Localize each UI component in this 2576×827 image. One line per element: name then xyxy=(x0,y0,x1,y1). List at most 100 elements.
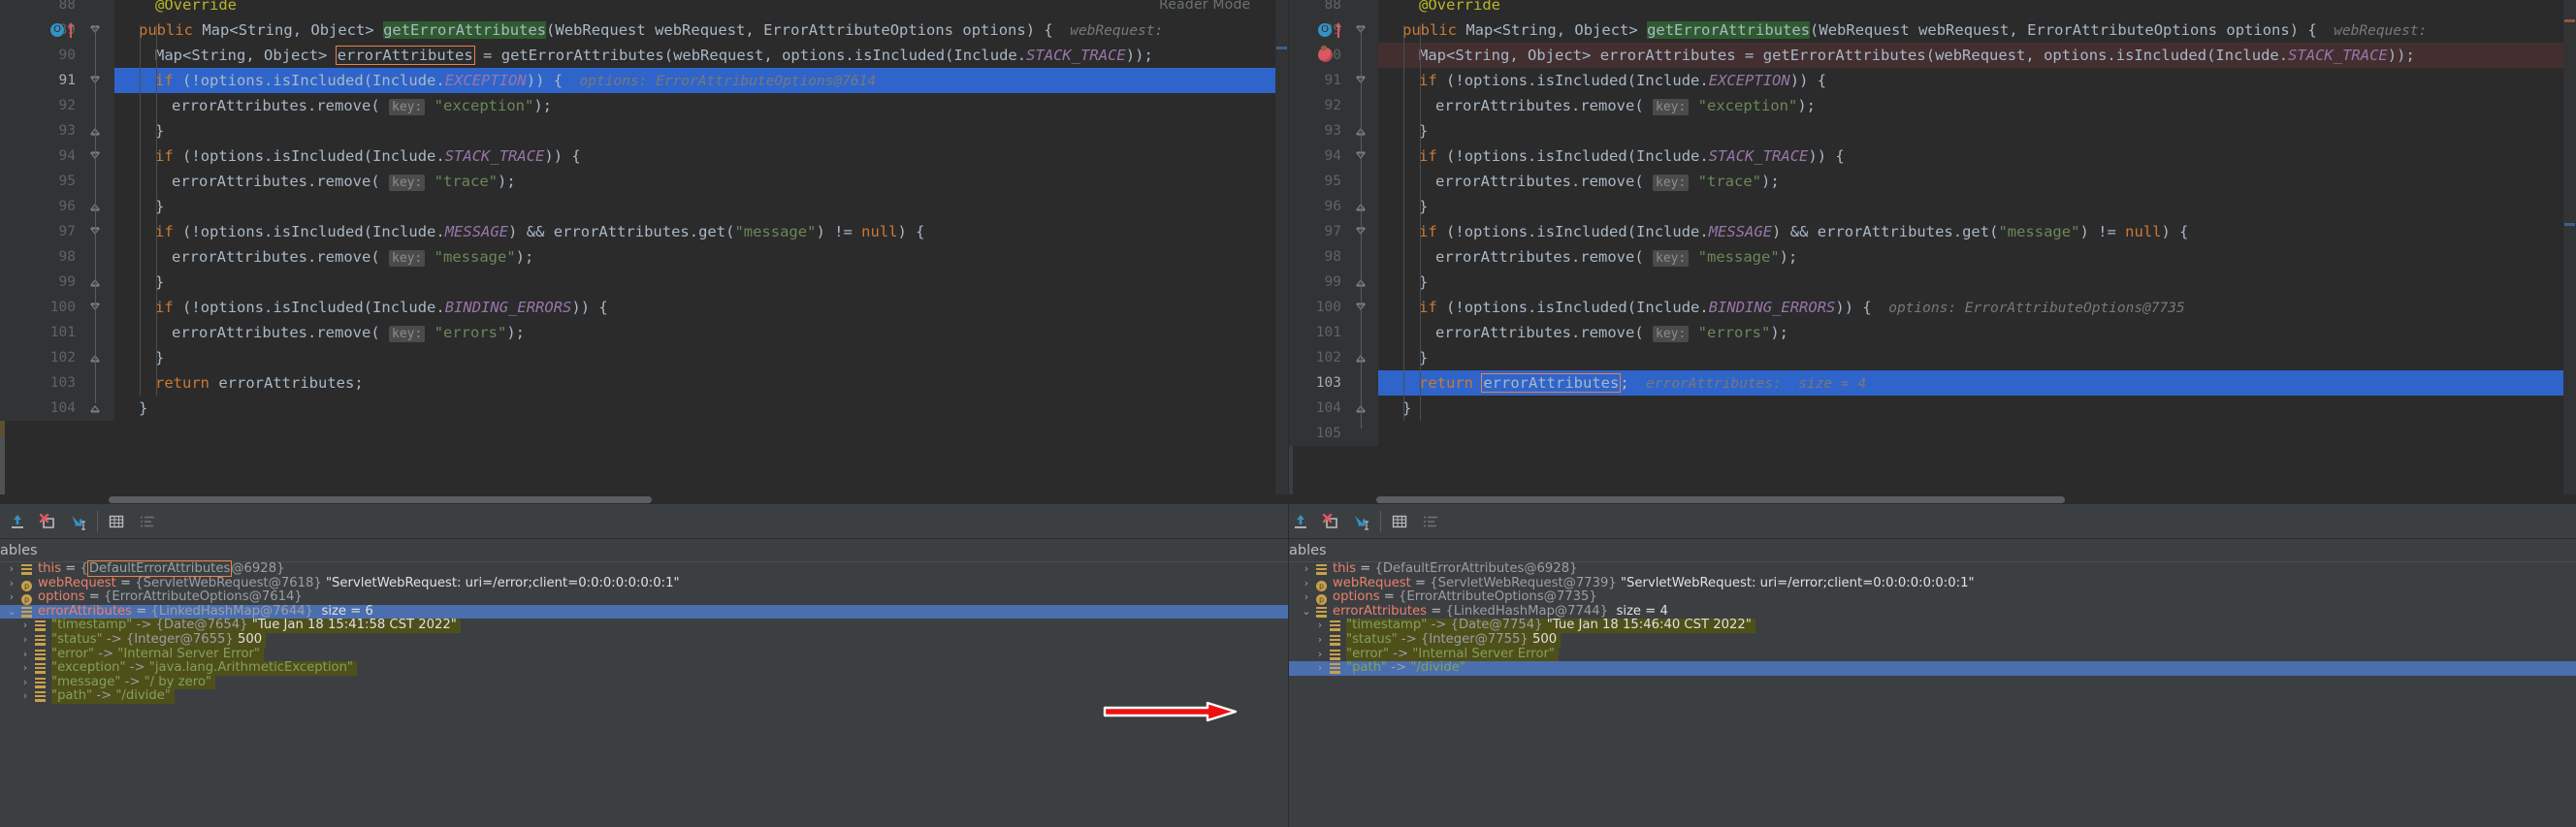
fold-end-icon[interactable] xyxy=(89,118,103,143)
chevron-right-icon[interactable]: › xyxy=(1314,619,1326,633)
chevron-right-icon[interactable]: › xyxy=(19,676,31,690)
left-code-lines[interactable]: 88 @Override 89 Opublic Map<String, Object>… xyxy=(0,0,1288,421)
code-line[interactable]: 93} xyxy=(0,118,1288,143)
map-entry-row[interactable]: › "timestamp" -> {Date@7754} "Tue Jan 18 … xyxy=(1289,619,2576,633)
code-line[interactable]: 88 @Override xyxy=(0,0,1288,17)
code-line[interactable]: 98 errorAttributes.remove( key: "message"… xyxy=(1289,244,2576,270)
fold-end-icon[interactable] xyxy=(89,194,103,219)
variable-row[interactable]: › this = {DefaultErrorAttributes@6928} xyxy=(1289,561,2576,577)
chevron-right-icon[interactable]: › xyxy=(1314,648,1326,662)
fold-end-icon[interactable] xyxy=(1355,270,1368,295)
code-line[interactable]: 103 return errorAttributes; errorAttribut… xyxy=(1289,370,2576,396)
map-entry-row[interactable]: › "error" -> "Internal Server Error" xyxy=(1289,647,2576,662)
left-marker-stripe[interactable] xyxy=(1275,0,1288,504)
drop-frame-icon[interactable] xyxy=(38,512,57,531)
view-as-table-icon[interactable] xyxy=(1390,512,1409,531)
fold-start-icon[interactable] xyxy=(1355,143,1368,169)
left-variables-tree[interactable]: › this = {DefaultErrorAttributes@6928} › p w… xyxy=(0,560,1288,704)
fold-start-icon[interactable] xyxy=(1355,295,1368,320)
chevron-right-icon[interactable]: › xyxy=(19,661,31,676)
fold-start-icon[interactable] xyxy=(89,295,103,320)
chevron-right-icon[interactable]: › xyxy=(1301,590,1312,605)
map-entry-row[interactable]: › "timestamp" -> {Date@7654} "Tue Jan 18 … xyxy=(0,619,1288,633)
code-line[interactable]: 99} xyxy=(0,270,1288,295)
code-line[interactable]: 94 if (!options.isIncluded(Include.STACK_… xyxy=(1289,143,2576,169)
fold-end-icon[interactable] xyxy=(1355,396,1368,421)
map-entry-row[interactable]: › "error" -> "Internal Server Error" xyxy=(0,647,1288,662)
drop-frame-icon[interactable] xyxy=(1321,512,1340,531)
chevron-right-icon[interactable]: › xyxy=(6,562,17,577)
right-marker-stripe[interactable] xyxy=(2563,0,2576,504)
code-line[interactable]: 102} xyxy=(1289,345,2576,370)
variable-row[interactable]: ⌄ errorAttributes = {LinkedHashMap@7644} … xyxy=(0,604,1288,620)
code-line[interactable]: 91 if (!options.isIncluded(Include.EXCEPT… xyxy=(0,68,1288,93)
variable-row[interactable]: › p webRequest = {ServletWebRequest@7618} … xyxy=(0,576,1288,591)
variable-row[interactable]: › p options = {ErrorAttributeOptions@7735} xyxy=(1289,589,2576,606)
left-hscroll-thumb[interactable] xyxy=(109,496,652,503)
chevron-right-icon[interactable]: › xyxy=(19,633,31,648)
chevron-down-icon[interactable]: ⌄ xyxy=(1301,605,1312,620)
code-line[interactable]: 96} xyxy=(1289,194,2576,219)
code-line[interactable]: 95 errorAttributes.remove( key: "trace"); xyxy=(1289,169,2576,194)
override-marker-icon[interactable]: O xyxy=(1318,23,1332,37)
map-entry-row[interactable]: › "status" -> {Integer@7755} 500 xyxy=(1289,632,2576,648)
force-step-into-icon[interactable] xyxy=(68,512,87,531)
fold-end-icon[interactable] xyxy=(89,396,103,421)
code-line[interactable]: 91 if (!options.isIncluded(Include.EXCEPT… xyxy=(1289,68,2576,93)
map-entry-row[interactable]: › "path" -> "/divide" xyxy=(1289,660,2576,676)
code-line[interactable]: 101 errorAttributes.remove( key: "errors"… xyxy=(0,320,1288,345)
fold-end-icon[interactable] xyxy=(89,270,103,295)
variable-row[interactable]: › p webRequest = {ServletWebRequest@7739} … xyxy=(1289,576,2576,591)
sort-variables-icon[interactable] xyxy=(138,512,157,531)
fold-start-icon[interactable] xyxy=(1355,219,1368,244)
fold-end-icon[interactable] xyxy=(1355,194,1368,219)
code-line[interactable]: 89 Opublic Map<String, Object> getErrorAt… xyxy=(1289,17,2576,43)
chevron-right-icon[interactable]: › xyxy=(1314,661,1326,676)
code-line[interactable]: 88 @Override xyxy=(1289,0,2576,17)
chevron-down-icon[interactable]: ⌄ xyxy=(6,605,17,620)
code-line[interactable]: 103 return errorAttributes; xyxy=(0,370,1288,396)
code-line[interactable]: 99} xyxy=(1289,270,2576,295)
code-line[interactable]: 98 errorAttributes.remove( key: "message"… xyxy=(0,244,1288,270)
chevron-right-icon[interactable]: › xyxy=(19,648,31,662)
chevron-right-icon[interactable]: › xyxy=(19,619,31,633)
step-out-icon[interactable] xyxy=(8,512,27,531)
step-out-icon[interactable] xyxy=(1291,512,1310,531)
right-variables-tree[interactable]: › this = {DefaultErrorAttributes@6928} › p w… xyxy=(1289,561,2576,676)
fold-end-icon[interactable] xyxy=(1355,345,1368,370)
map-entry-row[interactable]: › "status" -> {Integer@7655} 500 xyxy=(0,632,1288,648)
right-code-lines[interactable]: 88 @Override 89 Opublic Map<String, Object>… xyxy=(1289,0,2576,446)
chevron-right-icon[interactable]: › xyxy=(19,689,31,704)
code-line[interactable]: 97 if (!options.isIncluded(Include.MESSAG… xyxy=(0,219,1288,244)
code-line[interactable]: 102} xyxy=(0,345,1288,370)
view-as-table-icon[interactable] xyxy=(107,512,126,531)
variable-row[interactable]: › this = {DefaultErrorAttributes@6928} xyxy=(0,560,1288,577)
code-line[interactable]: 92 errorAttributes.remove( key: "exceptio… xyxy=(0,93,1288,118)
fold-start-icon[interactable] xyxy=(89,219,103,244)
code-line[interactable]: 96} xyxy=(0,194,1288,219)
right-debug-toolbar[interactable] xyxy=(1289,504,2576,539)
left-debug-toolbar[interactable] xyxy=(0,504,1288,539)
override-marker-icon[interactable]: O xyxy=(50,23,64,37)
fold-end-icon[interactable] xyxy=(89,345,103,370)
code-line[interactable]: 93} xyxy=(1289,118,2576,143)
code-line[interactable]: 90 Map<String, Object> errorAttributes = … xyxy=(0,43,1288,68)
chevron-right-icon[interactable]: › xyxy=(1301,577,1312,591)
variable-row[interactable]: › p options = {ErrorAttributeOptions@7614} xyxy=(0,589,1288,606)
map-entry-row[interactable]: › "message" -> "/ by zero" xyxy=(0,675,1288,690)
chevron-right-icon[interactable]: › xyxy=(1301,562,1312,577)
code-line[interactable]: 100 if (!options.isIncluded(Include.BINDI… xyxy=(1289,295,2576,320)
force-step-into-icon[interactable] xyxy=(1351,512,1370,531)
fold-end-icon[interactable] xyxy=(1355,118,1368,143)
left-editor-hscrollbar[interactable] xyxy=(0,494,1288,504)
code-line[interactable]: 95 errorAttributes.remove( key: "trace"); xyxy=(0,169,1288,194)
left-editor[interactable]: Reader Mode 88 @Override 89 Opublic Map<Str… xyxy=(0,0,1288,504)
fold-start-icon[interactable] xyxy=(1355,17,1368,43)
right-editor-hscrollbar[interactable] xyxy=(1289,494,2576,504)
code-line[interactable]: 105 xyxy=(1289,421,2576,446)
map-entry-row[interactable]: › "exception" -> "java.lang.ArithmeticExc… xyxy=(0,660,1288,676)
breakpoint-icon[interactable] xyxy=(1318,48,1333,62)
chevron-right-icon[interactable]: › xyxy=(6,577,17,591)
code-line[interactable]: 89 Opublic Map<String, Object> getErrorAt… xyxy=(0,17,1288,43)
code-line[interactable]: 92 errorAttributes.remove( key: "exceptio… xyxy=(1289,93,2576,118)
